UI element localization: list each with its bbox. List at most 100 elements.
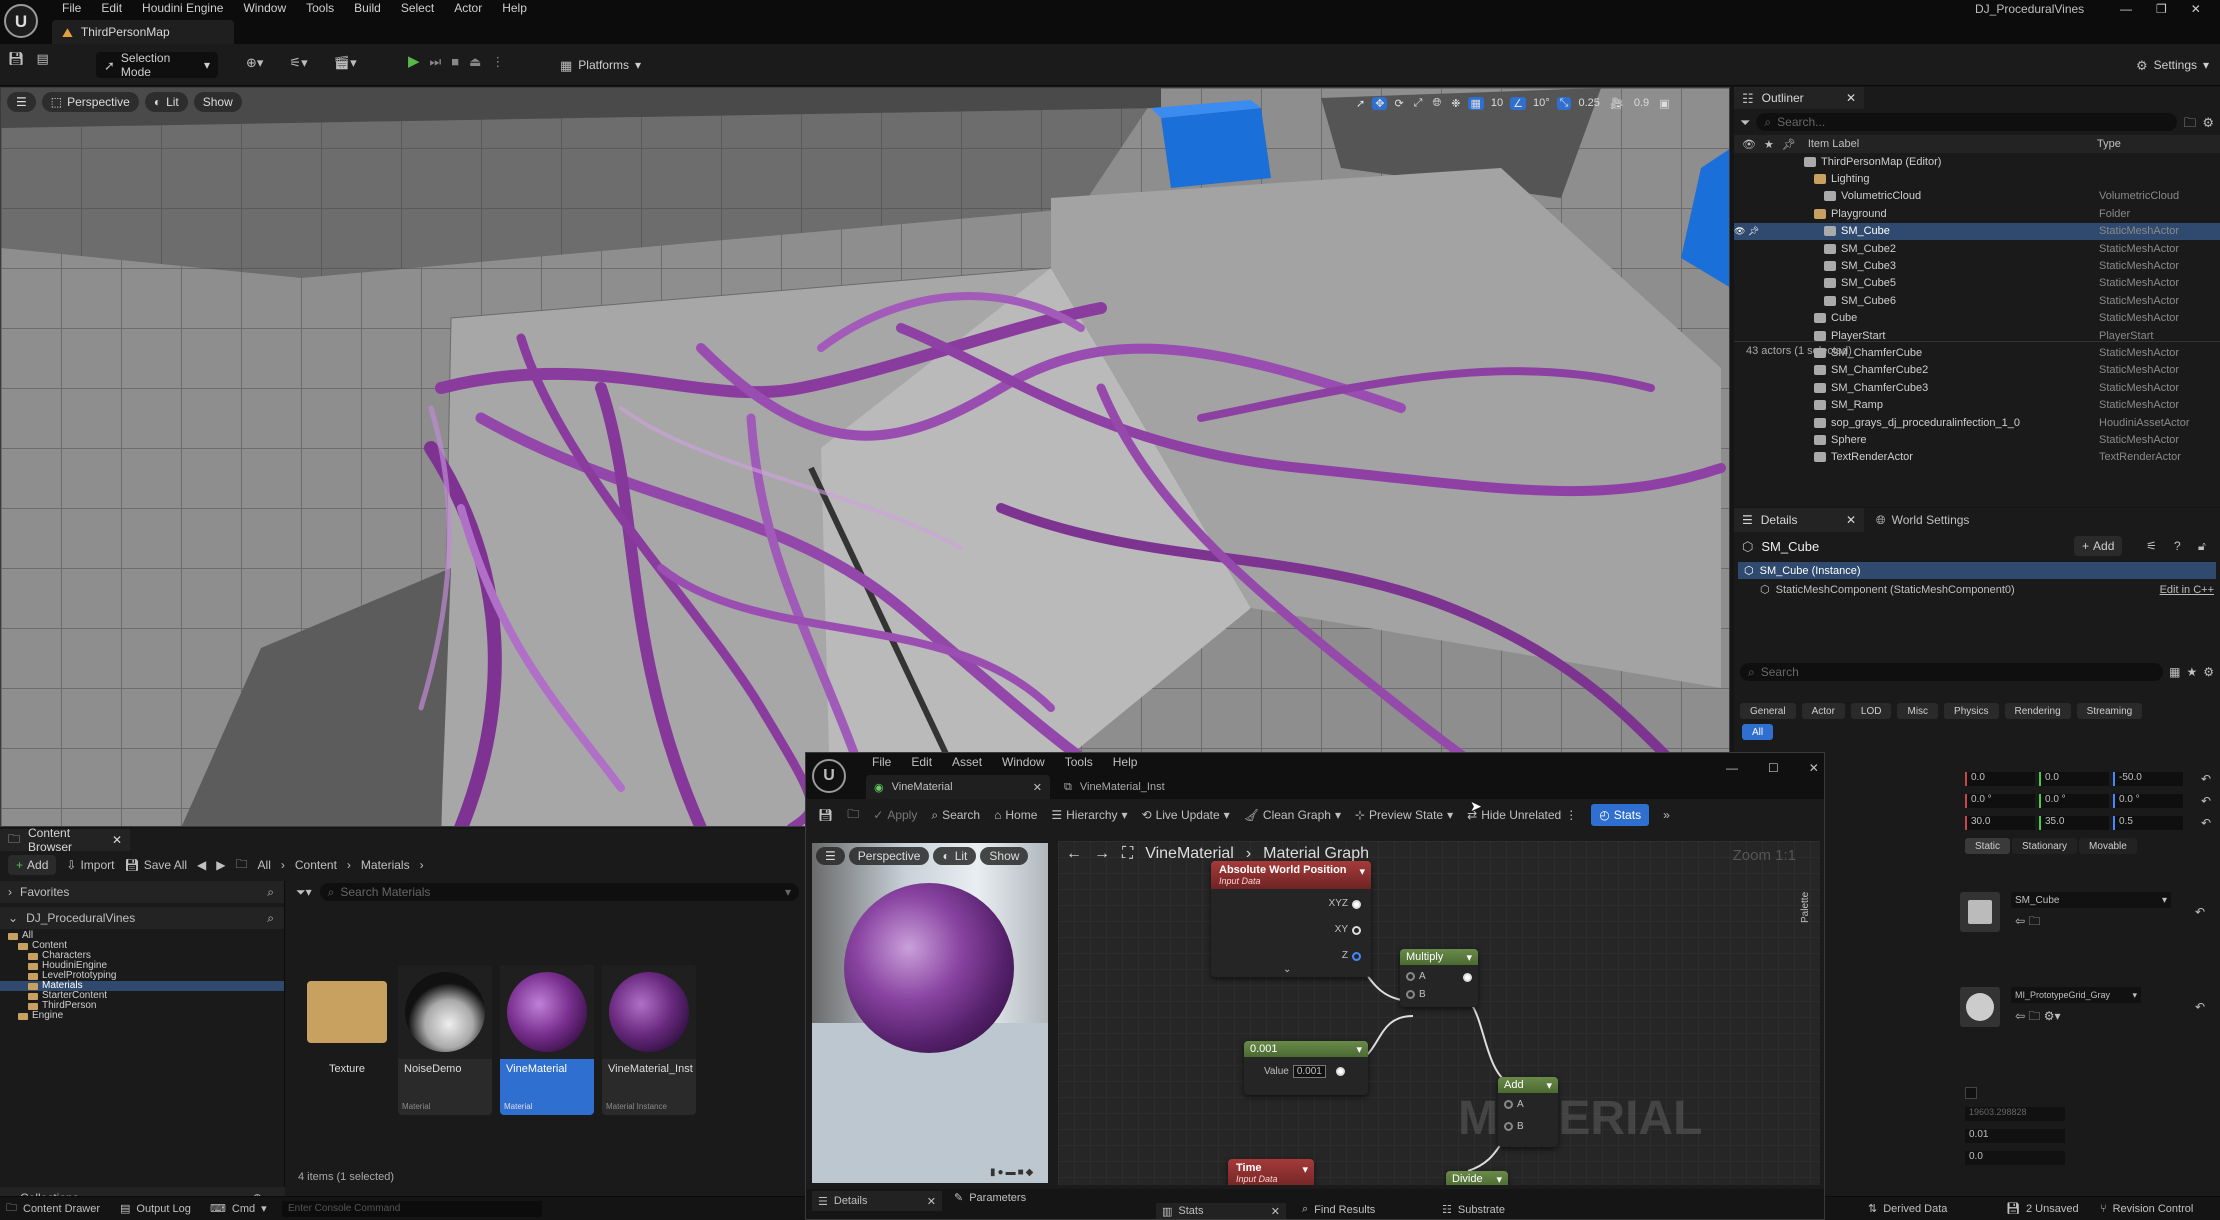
- surface-snap-icon[interactable]: ❉: [1448, 97, 1463, 110]
- outliner-row[interactable]: 👁︎ 📌︎ SM_Cube StaticMeshActor: [1734, 222, 2220, 240]
- close-tab-icon[interactable]: ✕: [927, 1195, 936, 1208]
- menu-file[interactable]: File: [862, 755, 901, 769]
- node-constant[interactable]: 0.001 ▾ Value 0.001: [1244, 1041, 1368, 1095]
- grid-view-icon[interactable]: ▦: [2169, 665, 2180, 679]
- blueprint-icon[interactable]: ⚟▾: [289, 56, 307, 69]
- category-misc[interactable]: Misc: [1897, 703, 1939, 719]
- selection-mode-button[interactable]: ➚ Selection Mode ▾: [96, 51, 218, 79]
- expand-node-icon[interactable]: ⌄: [1283, 964, 1291, 975]
- browse-asset-icon[interactable]: ⇦ 🗀︎: [2015, 912, 2040, 933]
- menu-file[interactable]: File: [52, 1, 91, 15]
- back-icon[interactable]: ◀: [197, 858, 206, 872]
- chevron-down-icon[interactable]: ▾: [1466, 951, 1472, 964]
- menu-window[interactable]: Window: [992, 755, 1055, 769]
- world-settings-tab[interactable]: 🌐︎ World Settings: [1868, 513, 1977, 528]
- menu-tools[interactable]: Tools: [1055, 755, 1103, 769]
- layout-icon[interactable]: ▣: [1656, 97, 1672, 110]
- scale-z[interactable]: 0.5: [2113, 816, 2183, 830]
- output-pin-icon[interactable]: [1335, 1067, 1345, 1076]
- camera-speed-icon[interactable]: 🎥︎: [1607, 97, 1627, 110]
- asset-vinematerial-inst[interactable]: VineMaterial_Inst Material Instance: [602, 965, 696, 1115]
- cmd-button[interactable]: ⌨ Cmd ▾: [210, 1202, 267, 1216]
- reset-icon[interactable]: ↶: [2195, 905, 2205, 919]
- vinematerial-inst-tab[interactable]: ⧉ VineMaterial_Inst: [1056, 775, 1173, 799]
- pin-a[interactable]: A: [1504, 1099, 1524, 1110]
- rotation-y[interactable]: 0.0 °: [2039, 794, 2109, 808]
- menu-actor[interactable]: Actor: [444, 1, 492, 15]
- search-icon[interactable]: ⌕: [267, 885, 274, 900]
- material-thumbnail[interactable]: [1960, 987, 2000, 1027]
- search-icon[interactable]: ⌕: [267, 911, 274, 926]
- grid-snap-icon[interactable]: ▦: [1467, 96, 1484, 110]
- node-time[interactable]: Time Input Data ▾: [1228, 1159, 1314, 1185]
- menu-select[interactable]: Select: [391, 1, 444, 15]
- maximize-icon[interactable]: ☐: [1768, 761, 1779, 775]
- console-input[interactable]: Enter Console Command: [282, 1200, 542, 1217]
- substrate-tab[interactable]: ☷ Substrate: [1442, 1203, 1505, 1217]
- close-tab-icon[interactable]: ✕: [1033, 781, 1042, 794]
- outliner-tab[interactable]: ☷ Outliner ✕: [1734, 87, 1864, 109]
- output-log-button[interactable]: ▤ Output Log: [120, 1202, 191, 1216]
- blueprint-icon[interactable]: ⚟: [2146, 539, 2157, 553]
- details-search-input[interactable]: ⌕ Search: [1740, 663, 2164, 681]
- search-button[interactable]: ⌕ Search: [931, 808, 980, 823]
- rotation-x[interactable]: 0.0 °: [1965, 794, 2035, 808]
- add-actor-icon[interactable]: ⊕▾: [246, 56, 263, 69]
- home-button[interactable]: ⌂ Home: [994, 808, 1037, 822]
- pin-a[interactable]: A: [1406, 971, 1426, 982]
- close-icon[interactable]: ✕: [2191, 2, 2201, 16]
- asset-noisedemo[interactable]: NoiseDemo Material: [398, 965, 492, 1115]
- scale-snap-value[interactable]: 0.25: [1575, 97, 1602, 109]
- rotation-z[interactable]: 0.0 °: [2113, 794, 2183, 808]
- derived-data-button[interactable]: ⇅ Derived Data: [1868, 1202, 1947, 1216]
- breadcrumb-content[interactable]: Content: [295, 858, 337, 872]
- rotation-snap-icon[interactable]: ∠: [1510, 96, 1527, 110]
- map-tab[interactable]: ⛰ ThirdPersonMap: [52, 20, 234, 44]
- move-tool-icon[interactable]: ✥: [1372, 96, 1388, 110]
- platforms-button[interactable]: ▦ Platforms ▾: [552, 52, 649, 78]
- star-icon[interactable]: ★: [2186, 665, 2197, 679]
- import-button[interactable]: ⇩ Import: [66, 858, 114, 872]
- property-value-2[interactable]: 0.01: [1965, 1129, 2065, 1143]
- rotate-tool-icon[interactable]: ⟳: [1391, 97, 1406, 110]
- settings-button[interactable]: ⚙ Settings ▾: [2128, 52, 2217, 78]
- material-stats-tab[interactable]: ▥ Stats ✕: [1156, 1203, 1286, 1219]
- favorites-header[interactable]: › Favorites ⌕: [0, 881, 284, 903]
- location-x[interactable]: 0.0: [1965, 772, 2035, 786]
- chevron-down-icon[interactable]: ▾: [1359, 865, 1365, 878]
- pin-z[interactable]: Z: [1329, 943, 1361, 969]
- sphere-icon[interactable]: ●: [998, 1167, 1004, 1178]
- stop-icon[interactable]: ■: [451, 55, 459, 68]
- category-physics[interactable]: Physics: [1944, 703, 1999, 719]
- menu-help[interactable]: Help: [1103, 755, 1148, 769]
- menu-build[interactable]: Build: [344, 1, 391, 15]
- hide-unrelated-button[interactable]: ⇄ Hide Unrelated ⋮: [1467, 808, 1577, 822]
- preview-lit-button[interactable]: ◐ Lit: [933, 847, 977, 865]
- save-icon[interactable]: 💾︎: [818, 808, 833, 822]
- outliner-row[interactable]: SM_Cube2 StaticMeshActor: [1734, 240, 2220, 257]
- world-icon[interactable]: 🌐︎: [1429, 97, 1444, 110]
- preview-menu-button[interactable]: ☰: [816, 847, 845, 865]
- node-absolute-world-position[interactable]: Absolute World Position Input Data ▾ XYZ…: [1211, 861, 1371, 977]
- category-all[interactable]: All: [1742, 724, 1774, 740]
- scale-x[interactable]: 30.0: [1965, 816, 2035, 830]
- value-input[interactable]: 0.001: [1292, 1065, 1326, 1078]
- type-header[interactable]: Type: [2097, 138, 2121, 150]
- outliner-row[interactable]: TextRenderActor TextRenderActor: [1734, 449, 2220, 466]
- add-folder-icon[interactable]: 🗀︎: [2183, 116, 2196, 129]
- gear-icon[interactable]: ⚙: [2202, 116, 2214, 129]
- stats-button[interactable]: ◴ Stats: [1591, 804, 1650, 826]
- outliner-row[interactable]: SM_Ramp StaticMeshActor: [1734, 396, 2220, 413]
- menu-edit[interactable]: Edit: [901, 755, 942, 769]
- hierarchy-button[interactable]: ☰ Hierarchy ▾: [1051, 808, 1127, 822]
- menu-asset[interactable]: Asset: [942, 755, 992, 769]
- rotation-snap-value[interactable]: 10°: [1530, 97, 1553, 109]
- forward-icon[interactable]: ▶: [216, 858, 225, 872]
- outliner-row[interactable]: Playground Folder: [1734, 205, 2220, 222]
- asset-texture-folder[interactable]: Texture: [300, 965, 394, 1115]
- node-add[interactable]: Add ▾ A B: [1498, 1077, 1558, 1147]
- outliner-row[interactable]: VolumetricCloud VolumetricCloud: [1734, 188, 2220, 205]
- lit-button[interactable]: ◐ Lit: [144, 92, 188, 112]
- select-tool-icon[interactable]: ➚: [1353, 97, 1368, 110]
- apply-button[interactable]: ✓ Apply: [873, 808, 917, 822]
